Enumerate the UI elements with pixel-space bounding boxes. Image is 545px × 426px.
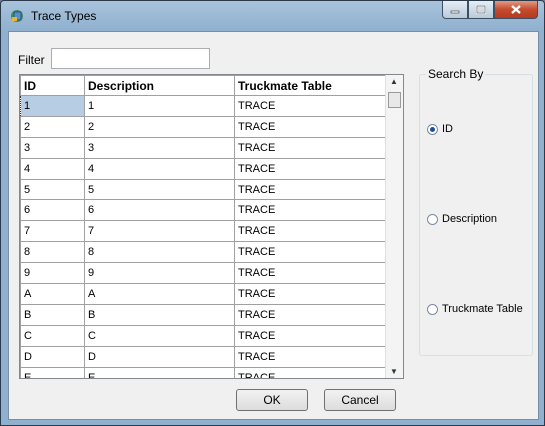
table-row[interactable]: 3 3 TRACE [20, 136, 387, 159]
title-bar[interactable]: Trace Types [1, 1, 544, 31]
cell-description[interactable]: D [84, 345, 235, 368]
cell-truckmate-table[interactable]: TRACE [234, 366, 387, 378]
minimize-button[interactable] [442, 1, 468, 19]
cell-description[interactable]: A [84, 283, 235, 305]
minimize-icon [450, 10, 460, 13]
scroll-down-icon[interactable]: ▼ [390, 367, 398, 376]
cell-id[interactable]: 7 [20, 220, 85, 243]
table-row[interactable]: 7 7 TRACE [20, 220, 387, 243]
cell-description[interactable]: B [84, 303, 235, 326]
cell-truckmate-table[interactable]: TRACE [234, 178, 387, 201]
cell-description[interactable]: C [84, 324, 235, 347]
ok-button[interactable]: OK [236, 389, 308, 411]
cell-truckmate-table[interactable]: TRACE [234, 283, 387, 305]
cell-description[interactable]: 8 [84, 241, 235, 264]
search-by-truckmate-table-radio[interactable]: Truckmate Table [427, 303, 523, 315]
close-button[interactable] [494, 1, 538, 19]
table-row[interactable]: A A TRACE [20, 283, 387, 305]
column-header-truckmate-table[interactable]: Truckmate Table [234, 75, 387, 96]
cell-description[interactable]: 2 [84, 115, 235, 138]
cell-truckmate-table[interactable]: TRACE [234, 199, 387, 222]
cell-id[interactable]: D [20, 345, 85, 368]
radio-icon[interactable] [427, 123, 438, 135]
cell-id[interactable]: B [20, 303, 85, 326]
maximize-button[interactable] [468, 1, 494, 19]
table-row[interactable]: 1 1 TRACE [20, 95, 387, 117]
cell-truckmate-table[interactable]: TRACE [234, 136, 387, 159]
radio-label: ID [442, 123, 453, 135]
search-by-group: Search By ID Description Truckmate Table [419, 67, 533, 356]
cell-id[interactable]: 8 [20, 241, 85, 264]
scroll-up-icon[interactable]: ▲ [390, 77, 398, 86]
table-row[interactable]: B B TRACE [20, 303, 387, 326]
cell-id[interactable]: C [20, 324, 85, 347]
maximize-icon [476, 5, 486, 14]
radio-icon[interactable] [427, 213, 438, 225]
cell-truckmate-table[interactable]: TRACE [234, 303, 387, 326]
cell-id[interactable]: 4 [20, 157, 85, 180]
trace-types-table: ID Description Truckmate Table 1 1 TRACE 2 2… [20, 75, 387, 378]
table-row[interactable]: 4 4 TRACE [20, 157, 387, 180]
cell-description[interactable]: 6 [84, 199, 235, 222]
cell-id[interactable]: 2 [20, 115, 85, 138]
table-row[interactable]: C C TRACE [20, 324, 387, 347]
cell-id[interactable]: E [20, 366, 85, 378]
table-row[interactable]: 2 2 TRACE [20, 115, 387, 138]
table-row[interactable]: 8 8 TRACE [20, 241, 387, 264]
scroll-thumb[interactable] [388, 92, 401, 108]
cancel-button[interactable]: Cancel [324, 389, 396, 411]
cell-truckmate-table[interactable]: TRACE [234, 157, 387, 180]
trace-types-grid[interactable]: ID Description Truckmate Table 1 1 TRACE 2 2… [19, 74, 404, 379]
table-row[interactable]: 6 6 TRACE [20, 199, 387, 222]
close-icon [511, 5, 521, 14]
cell-description[interactable]: 7 [84, 220, 235, 243]
radio-label: Truckmate Table [442, 303, 523, 315]
cell-truckmate-table[interactable]: TRACE [234, 324, 387, 347]
column-header-description[interactable]: Description [84, 75, 235, 96]
cell-truckmate-table[interactable]: TRACE [234, 262, 387, 285]
radio-label: Description [442, 213, 498, 225]
cell-description[interactable]: 3 [84, 136, 235, 159]
cell-id[interactable]: 1 [20, 95, 85, 117]
cell-truckmate-table[interactable]: TRACE [234, 220, 387, 243]
cell-truckmate-table[interactable]: TRACE [234, 345, 387, 368]
cell-truckmate-table[interactable]: TRACE [234, 241, 387, 264]
cell-id[interactable]: 9 [20, 262, 85, 285]
filter-label: Filter [18, 53, 45, 67]
search-by-description-radio[interactable]: Description [427, 213, 497, 225]
cell-description[interactable]: 1 [84, 95, 235, 117]
cell-description[interactable]: 9 [84, 262, 235, 285]
cell-id[interactable]: 6 [20, 199, 85, 222]
cell-id[interactable]: 5 [20, 178, 85, 201]
cell-description[interactable]: 4 [84, 157, 235, 180]
radio-icon[interactable] [427, 303, 438, 315]
table-row[interactable]: 9 9 TRACE [20, 262, 387, 285]
cell-description[interactable]: E [84, 366, 235, 378]
column-header-id[interactable]: ID [20, 75, 85, 96]
cell-id[interactable]: 3 [20, 136, 85, 159]
trace-types-app-icon [11, 10, 23, 22]
window-title: Trace Types [31, 9, 97, 23]
dialog-window: Trace Types Filter ID Description Truckm… [0, 0, 545, 426]
cell-id[interactable]: A [20, 283, 85, 305]
vertical-scrollbar[interactable]: ▲ ▼ [385, 75, 403, 378]
cell-description[interactable]: 5 [84, 178, 235, 201]
filter-input[interactable] [51, 48, 210, 69]
cell-truckmate-table[interactable]: TRACE [234, 95, 387, 117]
search-by-id-radio[interactable]: ID [427, 123, 453, 135]
table-row[interactable]: D D TRACE [20, 345, 387, 368]
table-row[interactable]: 5 5 TRACE [20, 178, 387, 201]
table-row[interactable]: E E TRACE [20, 366, 387, 378]
search-by-label: Search By [426, 67, 486, 81]
cell-truckmate-table[interactable]: TRACE [234, 115, 387, 138]
dialog-body: Filter ID Description Truckmate Table 11… [8, 31, 539, 420]
